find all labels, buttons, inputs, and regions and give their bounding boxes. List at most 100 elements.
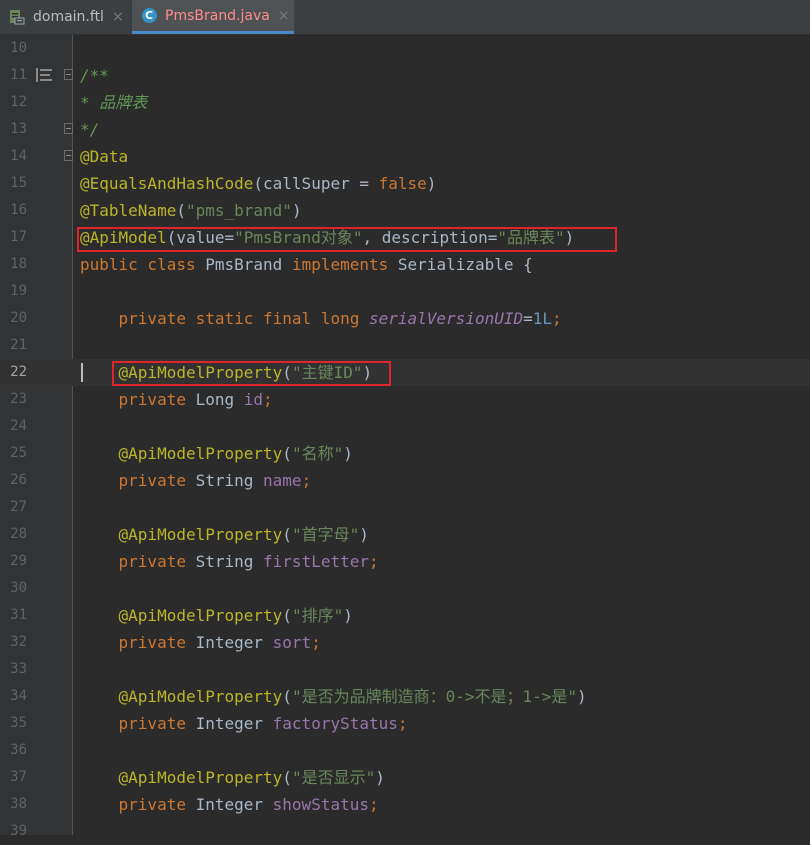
code-text: private Integer factoryStatus; <box>80 710 408 737</box>
line-number: 36 <box>10 742 27 758</box>
code-token: 1L <box>532 309 553 328</box>
code-line[interactable]: 10 <box>0 35 810 62</box>
code-token: ) <box>426 174 437 193</box>
code-text: private static final long serialVersionU… <box>80 305 562 332</box>
code-editor[interactable]: 10 11 /** 12 * 品牌表 13 */ 14 @Data 15 @EqualsAndHas… <box>0 35 810 839</box>
line-number: 10 <box>10 40 27 56</box>
line-number: 24 <box>10 418 27 434</box>
code-token: @ApiModelProperty <box>118 687 283 706</box>
code-text: public class PmsBrand implements Seriali… <box>80 251 533 278</box>
code-line[interactable]: 28 @ApiModelProperty("首字母") <box>0 521 810 548</box>
code-line[interactable]: 29 private String firstLetter; <box>0 548 810 575</box>
code-text: @Data <box>80 143 128 170</box>
code-line[interactable]: 36 <box>0 737 810 764</box>
code-line[interactable]: 18 public class PmsBrand implements Seria… <box>0 251 810 278</box>
code-token: Integer <box>195 714 273 733</box>
code-token: sort <box>272 633 312 652</box>
close-icon[interactable]: × <box>278 8 290 24</box>
code-line[interactable]: 39 <box>0 818 810 845</box>
code-line[interactable]: 27 <box>0 494 810 521</box>
code-line[interactable]: 35 private Integer factoryStatus; <box>0 710 810 737</box>
code-token: ( <box>282 444 292 463</box>
code-line[interactable]: 14 @Data <box>0 143 810 170</box>
code-line[interactable]: 12 * 品牌表 <box>0 89 810 116</box>
code-token: firstLetter <box>263 552 369 571</box>
line-number: 16 <box>10 202 27 218</box>
code-token: Long <box>195 390 244 409</box>
code-line[interactable]: 24 <box>0 413 810 440</box>
code-line[interactable]: 11 /** <box>0 62 810 89</box>
code-token: "排序" <box>291 606 344 625</box>
line-number: 27 <box>10 499 27 515</box>
code-line[interactable]: 26 private String name; <box>0 467 810 494</box>
code-line[interactable]: 31 @ApiModelProperty("排序") <box>0 602 810 629</box>
code-text: @ApiModelProperty("排序") <box>80 602 353 629</box>
line-number: 34 <box>10 688 27 704</box>
line-number: 17 <box>10 229 27 245</box>
line-number: 26 <box>10 472 27 488</box>
freemarker-file-icon <box>8 8 26 26</box>
code-token: ; <box>369 552 379 571</box>
code-token: name <box>263 471 302 490</box>
code-line[interactable]: 15 @EqualsAndHashCode(callSuper = false) <box>0 170 810 197</box>
code-line[interactable]: 34 @ApiModelProperty("是否为品牌制造商：0->不是；1->… <box>0 683 810 710</box>
code-token: String <box>195 471 264 490</box>
code-token: ) <box>343 444 353 463</box>
code-token: ; <box>397 714 408 733</box>
code-text: @TableName("pms_brand") <box>80 197 302 224</box>
code-line[interactable]: 16 @TableName("pms_brand") <box>0 197 810 224</box>
code-token: "名称" <box>291 444 344 463</box>
code-token: private static final long <box>80 309 369 328</box>
line-number: 20 <box>10 310 27 326</box>
code-token: @ApiModelProperty <box>118 444 283 463</box>
code-token: @Data <box>80 147 129 166</box>
fold-toggle-icon[interactable] <box>64 150 73 161</box>
code-token: ( <box>282 768 292 787</box>
code-token: showStatus <box>272 795 369 814</box>
code-token: (callSuper = <box>253 174 379 193</box>
code-text: @ApiModelProperty("首字母") <box>80 521 369 548</box>
code-line[interactable]: 23 private Long id; <box>0 386 810 413</box>
code-token: ) <box>291 201 302 220</box>
code-token: @ApiModelProperty <box>118 525 283 544</box>
code-token: */ <box>80 120 100 139</box>
code-token: = <box>523 309 533 328</box>
code-token: "pms_brand" <box>185 201 292 220</box>
code-line[interactable]: 37 @ApiModelProperty("是否显示") <box>0 764 810 791</box>
code-line[interactable]: 32 private Integer sort; <box>0 629 810 656</box>
code-token: private <box>80 714 196 733</box>
fold-toggle-icon[interactable] <box>64 69 73 80</box>
fold-toggle-icon[interactable] <box>64 123 73 134</box>
code-line[interactable]: 19 <box>0 278 810 305</box>
tab-pmsbrand-java[interactable]: C PmsBrand.java × <box>132 0 294 34</box>
code-token: "是否显示" <box>291 768 376 787</box>
code-token: factoryStatus <box>272 714 398 733</box>
class-icon-letter: C <box>141 8 157 23</box>
code-token: id <box>243 390 264 409</box>
close-icon[interactable]: × <box>112 9 124 25</box>
code-line[interactable]: 25 @ApiModelProperty("名称") <box>0 440 810 467</box>
code-token: @ApiModelProperty <box>118 606 283 625</box>
code-line[interactable]: 13 */ <box>0 116 810 143</box>
code-token: private <box>80 552 196 571</box>
code-line[interactable]: 38 private Integer showStatus; <box>0 791 810 818</box>
code-token: "首字母" <box>291 525 360 544</box>
code-line[interactable]: 30 <box>0 575 810 602</box>
code-token: ( <box>282 687 292 706</box>
line-number: 18 <box>10 256 27 272</box>
code-text: private String firstLetter; <box>80 548 379 575</box>
code-token: ; <box>301 471 312 490</box>
code-line[interactable]: 33 <box>0 656 810 683</box>
code-token: ( <box>176 201 186 220</box>
doc-comment-icon[interactable] <box>36 68 52 82</box>
code-token: Integer <box>195 795 273 814</box>
line-number: 12 <box>10 94 27 110</box>
tab-domain-ftl[interactable]: domain.ftl × <box>0 0 131 34</box>
code-text: */ <box>80 116 99 143</box>
code-token: ) <box>375 768 385 787</box>
code-line[interactable]: 20 private static final long serialVersi… <box>0 305 810 332</box>
code-line[interactable]: 21 <box>0 332 810 359</box>
line-number: 15 <box>10 175 27 191</box>
code-token: public class <box>80 255 206 274</box>
